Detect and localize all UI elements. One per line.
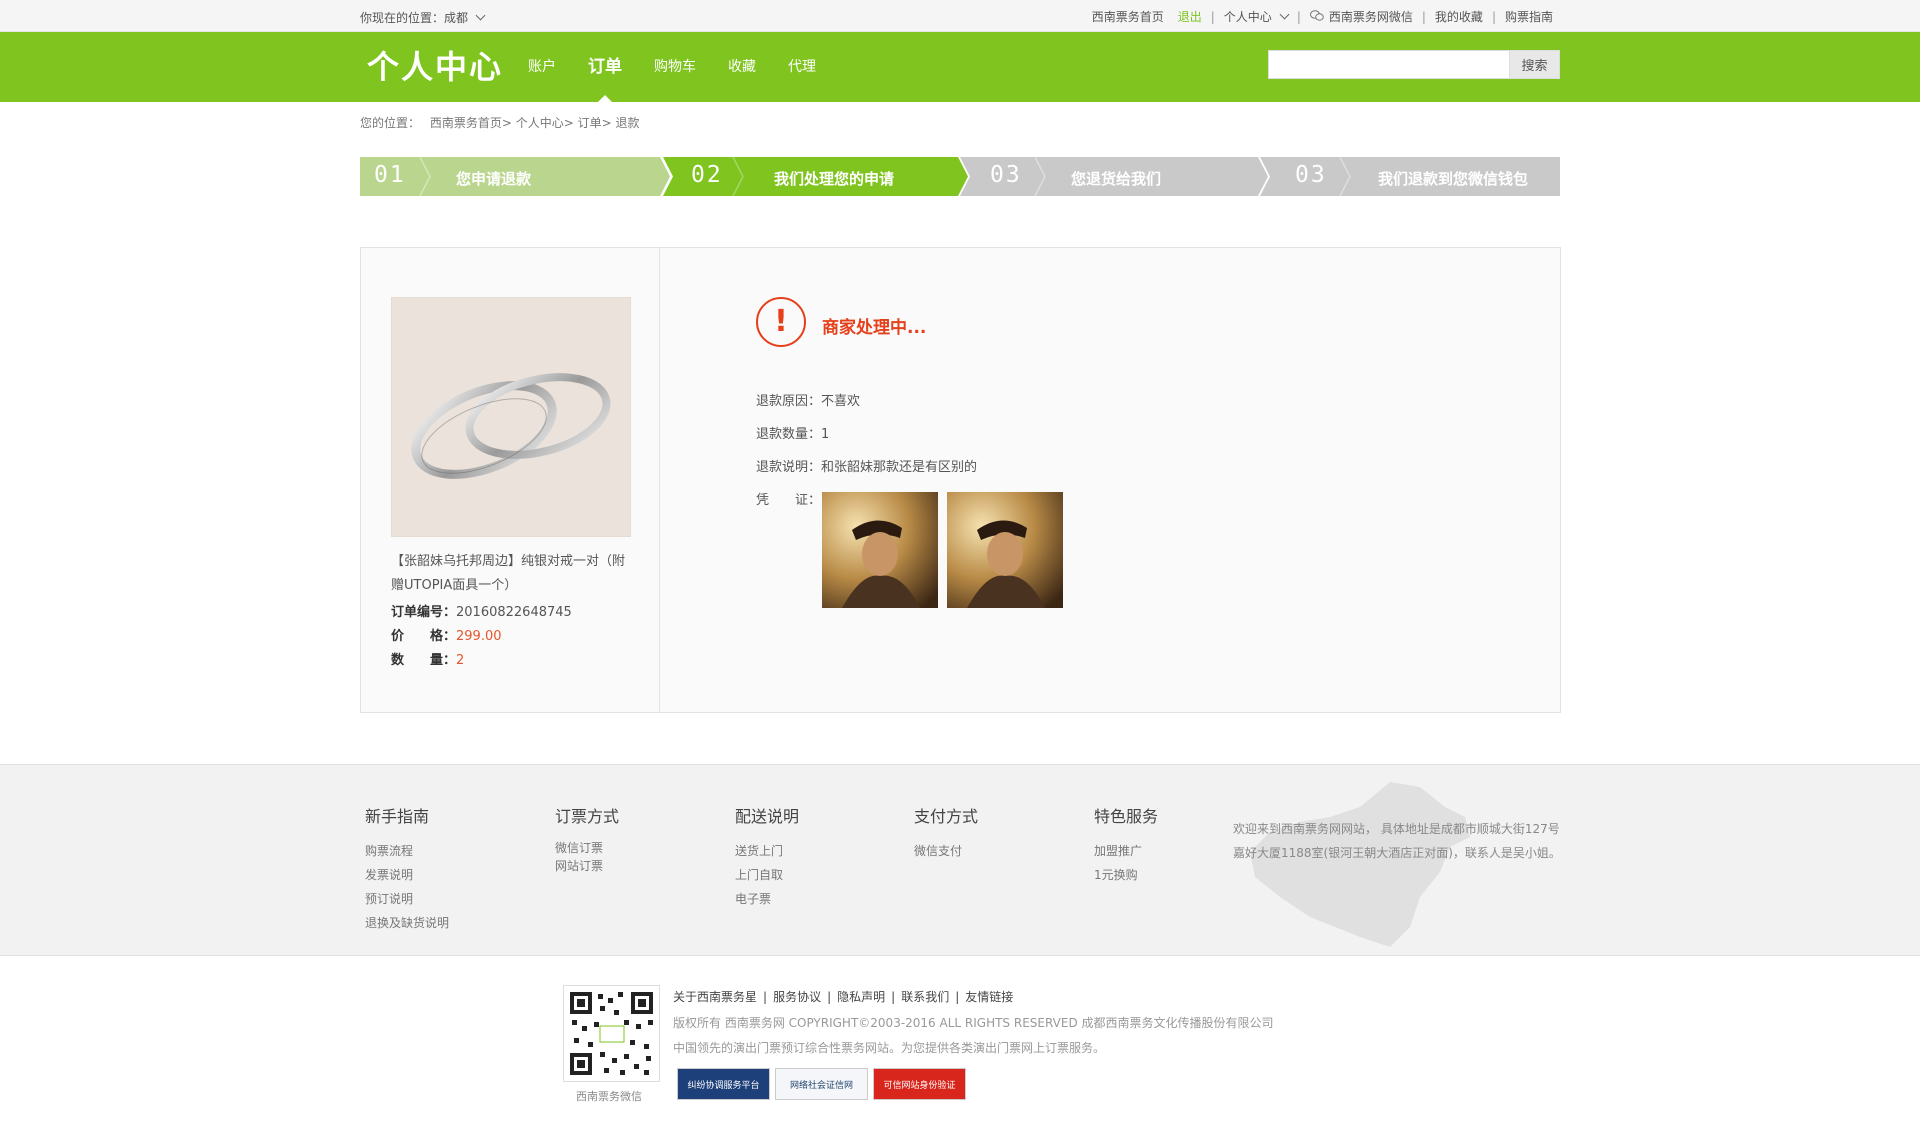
search-input[interactable] (1268, 50, 1509, 79)
step-1: 01 您申请退款 (360, 157, 670, 196)
footer-link[interactable]: 微信订票 (555, 839, 619, 857)
proof-image[interactable] (822, 492, 938, 608)
qr-label: 西南票务微信 (576, 1090, 642, 1103)
favorites-link[interactable]: 我的收藏 (1435, 8, 1483, 25)
product-price: 价 格：299.00 (391, 629, 502, 644)
proof-label: 凭 证： (756, 493, 822, 508)
nav-orders[interactable]: 订单 (588, 32, 622, 102)
guide-link[interactable]: 购票指南 (1505, 8, 1553, 25)
wechat-link[interactable]: 西南票务网微信 (1309, 8, 1413, 25)
step-3: 03 您退货给我们 (960, 157, 1270, 196)
footer-link[interactable]: 购票流程 (365, 839, 449, 863)
footer-link[interactable]: 微信支付 (914, 839, 978, 863)
footer-col-booking: 订票方式 微信订票 网站订票 (555, 807, 620, 875)
product-title[interactable]: 【张韶妹乌托邦周边】纯银对戒一对（附赠UTOPIA面具一个） (391, 550, 631, 598)
footer-link[interactable]: 预订说明 (365, 887, 449, 911)
refund-description: 退款说明：和张韶妹那款还是有区别的 (756, 460, 978, 475)
logout-link[interactable]: 退出 (1178, 8, 1202, 25)
refund-progress-steps: 01 您申请退款 02 我们处理您的申请 03 您退货给我们 03 我们退款到您… (360, 157, 1560, 196)
footer-link[interactable]: 加盟推广 (1094, 839, 1158, 863)
top-links: 西南票务首页 退出 | 个人中心 | 西南票务网微信 | 我的收藏 | 购票指南 (1091, 8, 1553, 25)
breadcrumb-home[interactable]: 西南票务首页 (430, 116, 502, 130)
chevron-down-icon (1279, 9, 1290, 20)
bottom-links: 关于西南票务星 | 服务协议 | 隐私声明 | 联系我们 | 友情链接 (673, 990, 1014, 1004)
header: 个人中心 账户 订单 购物车 收藏 代理 搜索 (0, 32, 1920, 102)
credit-badge[interactable]: 网络社会证信网 (775, 1068, 868, 1100)
contact-link[interactable]: 联系我们 (901, 990, 949, 1004)
copyright: 版权所有 西南票务网 COPYRIGHT©2003-2016 ALL RIGHT… (673, 1016, 1274, 1030)
alert-icon: ! (756, 297, 806, 347)
nav-favorites[interactable]: 收藏 (728, 32, 756, 102)
footer-bottom: 西南票务微信 关于西南票务星 | 服务协议 | 隐私声明 | 联系我们 | 友情链接 版权所有 … (0, 957, 1920, 1128)
step-2: 02 我们处理您的申请 (663, 157, 973, 196)
nav-agent[interactable]: 代理 (788, 32, 816, 102)
welcome-text: 欢迎来到西南票务网网站， 具体地址是成都市顺城大街127号嘉好大厦1188室(银… (1233, 822, 1561, 860)
footer-links: 新手指南 购票流程 发票说明 预订说明 退换及缺货说明 订票方式 微信订票 网站… (0, 764, 1920, 956)
refund-reason: 退款原因：不喜欢 (756, 394, 861, 409)
dispute-badge[interactable]: 纠纷协调服务平台 (677, 1068, 770, 1100)
privacy-link[interactable]: 隐私声明 (837, 990, 885, 1004)
nav-account[interactable]: 账户 (528, 32, 556, 102)
slogan: 中国领先的演出门票预订综合性票务网站。为您提供各类演出门票网上订票服务。 (673, 1041, 1106, 1055)
friend-links[interactable]: 友情链接 (965, 990, 1013, 1004)
main-nav: 账户 订单 购物车 收藏 代理 (528, 32, 848, 102)
product-image[interactable] (391, 297, 631, 537)
footer-link[interactable]: 1元换购 (1094, 863, 1158, 887)
product-panel: 【张韶妹乌托邦周边】纯银对戒一对（附赠UTOPIA面具一个） 订单编号：2016… (361, 248, 660, 712)
refund-detail-panel: 【张韶妹乌托邦周边】纯银对戒一对（附赠UTOPIA面具一个） 订单编号：2016… (360, 247, 1561, 713)
step-4: 03 我们退款到您微信钱包 (1260, 157, 1560, 196)
footer-link[interactable]: 发票说明 (365, 863, 449, 887)
breadcrumb: 您的位置： 西南票务首页> 个人中心> 订单> 退款 (360, 116, 640, 130)
qr-code-icon (563, 985, 660, 1082)
footer-link[interactable]: 送货上门 (735, 839, 799, 863)
terms-link[interactable]: 服务协议 (773, 990, 821, 1004)
top-bar: 你现在的位置：成都 西南票务首页 退出 | 个人中心 | 西南票务网微信 | 我… (0, 0, 1920, 32)
breadcrumb-orders[interactable]: 订单 (578, 116, 602, 130)
footer-col-services: 特色服务 加盟推广 1元换购 (1094, 803, 1158, 887)
product-quantity: 数 量：2 (391, 653, 465, 668)
footer-link[interactable]: 网站订票 (555, 857, 619, 875)
search-button[interactable]: 搜索 (1509, 50, 1560, 79)
trusted-site-badge[interactable]: 可信网站身份验证 (873, 1068, 966, 1100)
proof-image[interactable] (947, 492, 1063, 608)
breadcrumb-user-center[interactable]: 个人中心 (516, 116, 564, 130)
footer-link[interactable]: 上门自取 (735, 863, 799, 887)
refund-count: 退款数量：1 (756, 427, 830, 442)
footer-col-delivery: 配送说明 送货上门 上门自取 电子票 (735, 803, 799, 911)
page-title: 个人中心 (367, 48, 504, 86)
chevron-down-icon (475, 10, 486, 21)
footer-col-guide: 新手指南 购票流程 发票说明 预订说明 退换及缺货说明 (365, 803, 449, 935)
wechat-icon (1309, 10, 1324, 24)
footer-col-payment: 支付方式 微信支付 (914, 803, 978, 863)
footer-link[interactable]: 电子票 (735, 887, 799, 911)
nav-cart[interactable]: 购物车 (654, 32, 696, 102)
footer-link[interactable]: 退换及缺货说明 (365, 911, 449, 935)
search-bar: 搜索 (1268, 50, 1560, 79)
home-link[interactable]: 西南票务首页 (1092, 8, 1164, 25)
user-center-dropdown[interactable]: 个人中心 (1224, 8, 1290, 25)
location-selector[interactable]: 你现在的位置：成都 (360, 9, 486, 26)
refund-status: 商家处理中... (822, 318, 927, 338)
about-link[interactable]: 关于西南票务星 (673, 990, 757, 1004)
breadcrumb-current: 退款 (615, 116, 640, 130)
order-number: 订单编号：20160822648745 (391, 605, 572, 620)
